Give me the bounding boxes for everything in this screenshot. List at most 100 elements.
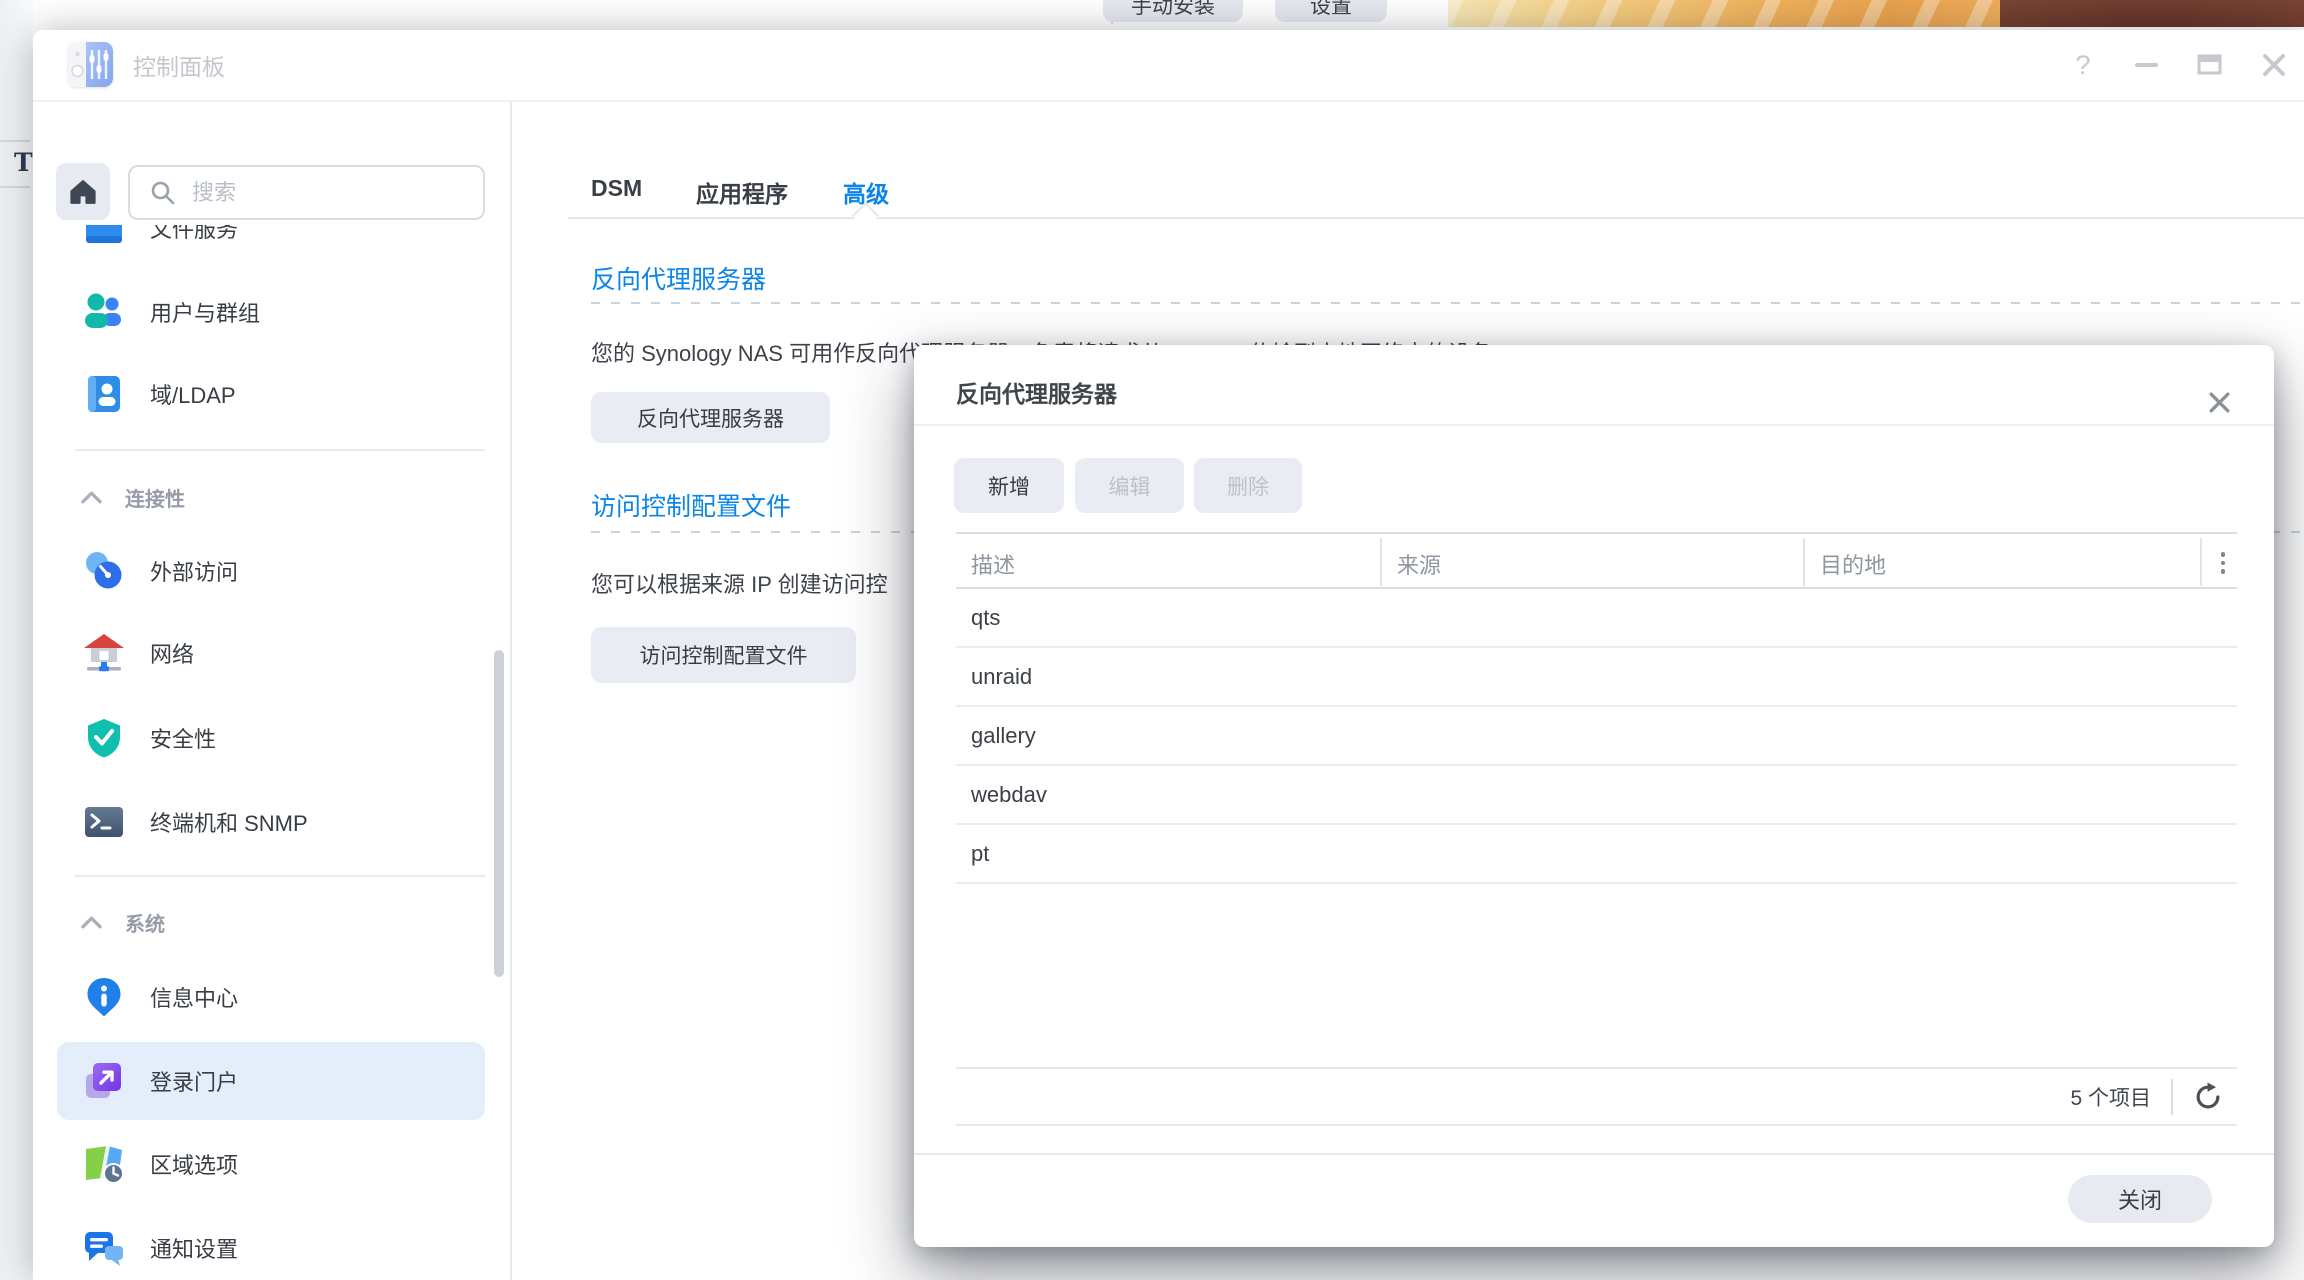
- sidebar-item-label: 终端机和 SNMP: [150, 806, 308, 838]
- sidebar-clipped-region: 文件服务: [57, 225, 485, 271]
- row-description: gallery: [971, 723, 1036, 749]
- sidebar-section-connectivity[interactable]: 连接性: [80, 477, 480, 517]
- screen: T 手动安装 设置: [0, 0, 2304, 1280]
- row-description: unraid: [971, 664, 1032, 690]
- column-options-button[interactable]: [2211, 546, 2235, 580]
- reverse-proxy-button[interactable]: 反向代理服务器: [591, 392, 830, 443]
- manual-install-label: 手动安装: [1131, 0, 1215, 20]
- sidebar-item-label: 信息中心: [150, 981, 238, 1013]
- tab-underline: [568, 217, 2304, 219]
- add-button[interactable]: 新增: [954, 458, 1064, 513]
- sidebar-section-system[interactable]: 系统: [80, 902, 480, 942]
- column-divider: [1380, 538, 1382, 586]
- column-header-description[interactable]: 描述: [971, 548, 1015, 580]
- dialog-title: 反向代理服务器: [956, 375, 1117, 409]
- table-row[interactable]: unraid: [956, 648, 2237, 707]
- window-close-icon: [2262, 53, 2286, 77]
- sidebar-item-file-services[interactable]: 文件服务: [57, 225, 485, 267]
- dialog-footer-divider: [914, 1153, 2274, 1155]
- sidebar: 文件服务 用户与群组 域/LDAP: [33, 102, 512, 1280]
- window-titlebar: 控制面板 ?: [33, 30, 2304, 102]
- network-icon: [82, 631, 126, 675]
- sidebar-divider: [75, 449, 485, 451]
- refresh-icon[interactable]: [2193, 1082, 2223, 1112]
- sidebar-item-label: 区域选项: [150, 1148, 238, 1180]
- search-box[interactable]: [128, 165, 485, 220]
- shield-check-icon: [82, 716, 126, 760]
- column-divider: [2200, 538, 2202, 586]
- sidebar-item-external-access[interactable]: 外部访问: [57, 532, 485, 610]
- section-title-access-control[interactable]: 访问控制配置文件: [591, 487, 791, 523]
- settings-button[interactable]: 设置: [1275, 0, 1387, 22]
- table-header: 描述 来源 目的地: [956, 532, 2237, 589]
- info-pin-icon: [82, 975, 126, 1019]
- column-header-source[interactable]: 来源: [1397, 548, 1441, 580]
- close-button[interactable]: 关闭: [2068, 1175, 2212, 1223]
- dashed-divider: [591, 302, 2304, 304]
- sidebar-item-notification-settings[interactable]: 通知设置: [57, 1209, 485, 1280]
- row-description: qts: [971, 605, 1000, 631]
- background-wallpaper-dark: [2000, 0, 2304, 27]
- sidebar-item-terminal-snmp[interactable]: 终端机和 SNMP: [57, 783, 485, 861]
- minimize-icon: [2135, 63, 2158, 67]
- regional-map-clock-icon: [82, 1142, 126, 1186]
- row-description: webdav: [971, 782, 1047, 808]
- background-partial-text: T: [14, 148, 33, 177]
- sidebar-item-info-center[interactable]: 信息中心: [57, 958, 485, 1036]
- background-top-strip: 手动安装 设置: [33, 0, 2304, 30]
- tab-applications[interactable]: 应用程序: [696, 175, 788, 207]
- dialog-header-divider: [914, 424, 2274, 426]
- table-row[interactable]: qts: [956, 589, 2237, 648]
- tab-dsm[interactable]: DSM: [591, 175, 642, 207]
- table-row[interactable]: pt: [956, 825, 2237, 884]
- sidebar-item-login-portal[interactable]: 登录门户: [57, 1042, 485, 1120]
- table-row[interactable]: webdav: [956, 766, 2237, 825]
- help-button[interactable]: ?: [2066, 48, 2100, 82]
- table-row[interactable]: gallery: [956, 707, 2237, 766]
- sidebar-item-domain-ldap[interactable]: 域/LDAP: [57, 355, 485, 433]
- sidebar-scrollbar[interactable]: [494, 650, 504, 977]
- folder-icon: [82, 225, 126, 250]
- sidebar-item-label: 文件服务: [150, 225, 238, 244]
- access-control-description: 您可以根据来源 IP 创建访问控: [591, 567, 951, 599]
- sidebar-item-regional-options[interactable]: 区域选项: [57, 1125, 485, 1203]
- row-description: pt: [971, 841, 989, 867]
- background-divider: [0, 140, 30, 142]
- sidebar-item-label: 域/LDAP: [150, 378, 236, 410]
- help-icon: ?: [2075, 50, 2090, 81]
- manual-install-button[interactable]: 手动安装: [1103, 0, 1243, 22]
- sidebar-item-label: 用户与群组: [150, 296, 260, 328]
- sidebar-divider: [75, 875, 485, 877]
- terminal-icon: [82, 800, 126, 844]
- login-portal-icon: [82, 1059, 126, 1103]
- maximize-button[interactable]: [2193, 48, 2227, 82]
- chevron-up-icon: [80, 915, 103, 929]
- edit-button[interactable]: 编辑: [1075, 458, 1184, 513]
- sidebar-item-label: 安全性: [150, 722, 216, 754]
- column-header-destination[interactable]: 目的地: [1820, 548, 1886, 580]
- home-button[interactable]: [56, 163, 110, 220]
- table-status-bar: 5 个项目: [956, 1067, 2237, 1126]
- section-title-reverse-proxy[interactable]: 反向代理服务器: [591, 260, 766, 296]
- background-wallpaper-orange: [1448, 0, 2000, 27]
- search-input[interactable]: [190, 179, 444, 207]
- sidebar-item-users-groups[interactable]: 用户与群组: [57, 273, 485, 351]
- delete-button[interactable]: 删除: [1194, 458, 1302, 513]
- access-control-button[interactable]: 访问控制配置文件: [591, 627, 856, 683]
- notification-bubbles-icon: [82, 1226, 126, 1270]
- users-icon: [82, 290, 126, 334]
- column-divider: [1803, 538, 1805, 586]
- address-book-icon: [82, 372, 126, 416]
- minimize-button[interactable]: [2129, 48, 2163, 82]
- maximize-icon: [2197, 53, 2223, 77]
- dialog-close-button[interactable]: [2202, 385, 2236, 419]
- sidebar-item-security[interactable]: 安全性: [57, 699, 485, 777]
- item-count: 5 个项目: [2070, 1082, 2151, 1112]
- reverse-proxy-dialog: 反向代理服务器 新增 编辑 删除 描述 来源 目的地 qts: [914, 345, 2274, 1247]
- sidebar-section-label: 系统: [125, 908, 165, 937]
- sidebar-item-network[interactable]: 网络: [57, 614, 485, 692]
- chevron-up-icon: [80, 490, 103, 504]
- window-close-button[interactable]: [2257, 48, 2291, 82]
- window-title: 控制面板: [133, 48, 225, 82]
- close-icon: [2207, 390, 2232, 415]
